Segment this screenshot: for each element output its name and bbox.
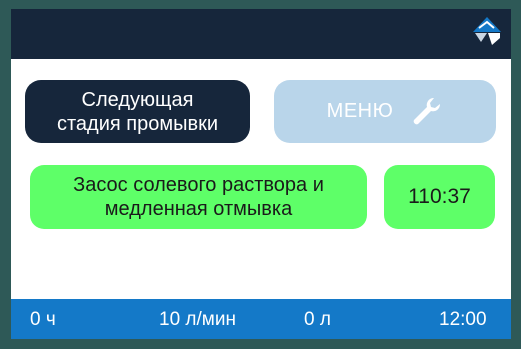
next-stage-button[interactable]: Следующая стадия промывки [25, 80, 250, 143]
menu-button[interactable]: МЕНЮ [274, 80, 496, 143]
hours-readout: 0 ч [30, 309, 56, 330]
timer-value: 110:37 [408, 185, 471, 208]
status-panel: Засос солевого раствора и медленная отмы… [30, 165, 367, 229]
volume-readout: 0 л [304, 309, 331, 330]
flow-readout: 10 л/мин [159, 309, 236, 330]
company-logo-icon [473, 17, 501, 45]
bottom-status-bar: 0 ч 10 л/мин 0 л 12:00 [11, 299, 511, 339]
top-bar [11, 9, 511, 59]
stage-timer: 110:37 [384, 165, 495, 229]
next-stage-label: Следующая стадия промывки [56, 88, 219, 135]
device-frame: Следующая стадия промывки МЕНЮ Засос сол… [0, 0, 521, 349]
clock-readout: 12:00 [439, 309, 487, 330]
menu-label: МЕНЮ [326, 100, 394, 122]
wrench-icon [414, 97, 441, 124]
screen: Следующая стадия промывки МЕНЮ Засос сол… [11, 9, 511, 339]
status-text: Засос солевого раствора и медленная отмы… [73, 174, 324, 220]
